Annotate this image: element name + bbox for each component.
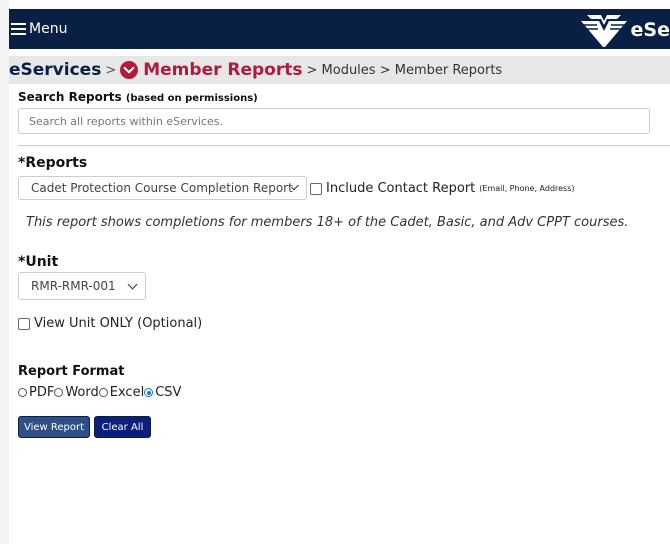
include-contact-option[interactable]: Include Contact Report (Email, Phone, Ad… [310, 181, 575, 196]
section-divider [18, 145, 670, 146]
menu-label: Menu [29, 21, 68, 37]
include-contact-label: Include Contact Report [326, 181, 476, 196]
unit-label: *Unit [18, 254, 59, 270]
clear-all-button[interactable]: Clear All [94, 416, 151, 438]
view-report-button[interactable]: View Report [18, 416, 90, 438]
reports-select-value: Cadet Protection Course Completion Repor… [31, 181, 293, 195]
reports-label: *Reports [18, 155, 88, 171]
format-excel-label[interactable]: Excel [110, 385, 144, 400]
format-word-label[interactable]: Word [65, 385, 98, 400]
report-description: This report shows completions for member… [26, 215, 629, 230]
window-left-edge [0, 0, 9, 544]
breadcrumb-separator: > [105, 62, 117, 78]
view-unit-only-label: View Unit ONLY (Optional) [34, 316, 203, 331]
format-csv-label[interactable]: CSV [155, 385, 181, 400]
unit-select-value: RMR-RMR-001 [31, 279, 116, 293]
include-contact-note: (Email, Phone, Address) [479, 184, 575, 193]
search-reports-label: Search Reports (based on permissions) [18, 90, 258, 104]
search-input[interactable] [18, 108, 650, 134]
format-excel-radio[interactable] [98, 388, 108, 397]
format-csv-radio[interactable] [144, 388, 154, 397]
format-pdf-label[interactable]: PDF [29, 385, 54, 400]
include-contact-checkbox[interactable] [310, 182, 322, 195]
eservices-logo[interactable]: eSe [579, 11, 670, 49]
breadcrumb-eservices[interactable]: eServices [9, 60, 101, 80]
chevron-down-icon [127, 279, 138, 290]
breadcrumb-member-reports[interactable]: Member Reports [143, 60, 302, 80]
breadcrumb-trail: > Modules > Member Reports [306, 62, 503, 78]
breadcrumb: eServices > Member Reports > Modules > M… [9, 56, 670, 84]
report-format-radio-group: PDF Word Excel CSV [18, 385, 181, 400]
format-pdf-radio[interactable] [18, 388, 27, 397]
reports-select[interactable]: Cadet Protection Course Completion Repor… [18, 176, 307, 200]
chevron-down-circle-icon[interactable] [120, 61, 139, 79]
top-navbar: Menu eSe [9, 9, 670, 49]
unit-select[interactable]: RMR-RMR-001 [18, 272, 146, 300]
logo-text: eSe [630, 19, 670, 41]
menu-button[interactable]: Menu [11, 21, 67, 37]
search-reports-note: (based on permissions) [125, 93, 258, 104]
hamburger-icon [11, 22, 26, 36]
search-reports-title: Search Reports [18, 90, 122, 104]
view-unit-only-checkbox[interactable] [18, 317, 30, 330]
cap-wings-logo-icon [580, 15, 627, 47]
format-word-radio[interactable] [54, 388, 64, 397]
report-format-label: Report Format [18, 364, 125, 379]
view-unit-only-option[interactable]: View Unit ONLY (Optional) [18, 316, 202, 331]
